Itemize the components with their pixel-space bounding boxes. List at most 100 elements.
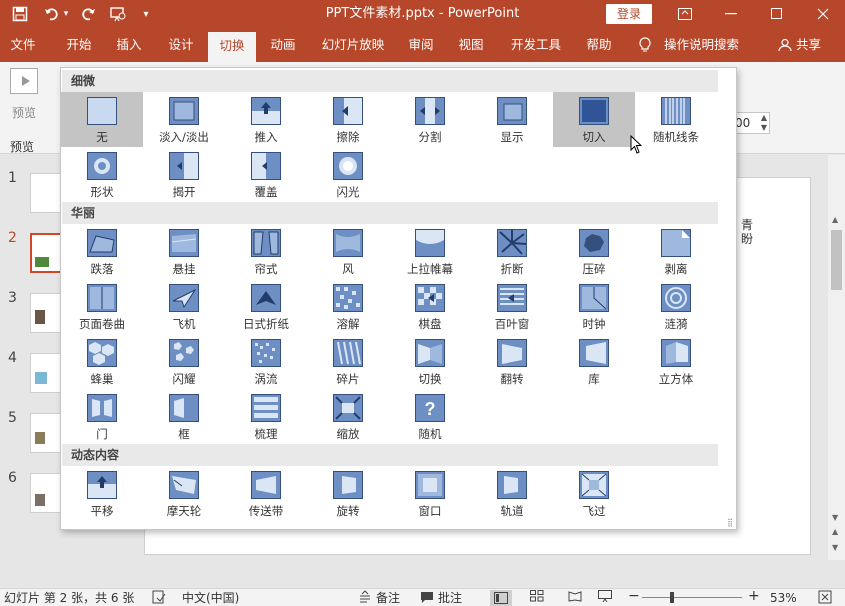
transition-item[interactable]: 库 [553, 334, 635, 389]
zoom-out-icon[interactable]: − [628, 588, 640, 604]
spinner-arrows-icon[interactable]: ▲ ▼ [761, 113, 767, 133]
notes-button[interactable]: 备注 [376, 590, 400, 606]
slide-thumbnail-1[interactable] [30, 173, 64, 213]
previous-slide-icon[interactable]: ▲ [832, 527, 838, 536]
transition-item[interactable]: 分割 [389, 92, 471, 147]
tab-insert[interactable]: 插入 [106, 28, 152, 62]
login-button[interactable]: 登录 [606, 4, 652, 24]
transition-item[interactable]: 翻转 [471, 334, 553, 389]
transition-item[interactable]: 风 [307, 224, 389, 279]
transition-item[interactable]: 推入 [225, 92, 307, 147]
slide-thumbnail-4[interactable] [30, 353, 64, 393]
normal-view-icon[interactable] [490, 590, 512, 606]
tab-home[interactable]: 开始 [56, 28, 102, 62]
zoom-slider-thumb[interactable] [670, 592, 674, 603]
transition-item[interactable]: 蜂巢 [61, 334, 143, 389]
transition-item[interactable]: 涟漪 [635, 279, 717, 334]
transition-item[interactable]: 切换 [389, 334, 471, 389]
slide-thumbnail-2[interactable] [30, 233, 64, 273]
transition-item[interactable]: 切入 [553, 92, 635, 147]
transition-item[interactable]: 传送带 [225, 466, 307, 521]
language-status[interactable]: 中文(中国) [182, 590, 239, 606]
undo-dropdown-icon[interactable]: ▾ [60, 0, 72, 28]
tab-help[interactable]: 帮助 [576, 28, 622, 62]
transition-item[interactable]: 揭开 [143, 147, 225, 202]
slide-thumbnail-5[interactable] [30, 413, 64, 453]
slide-sorter-icon[interactable] [530, 590, 544, 606]
comments-button[interactable]: 批注 [438, 590, 462, 606]
resize-grip-icon[interactable]: ⣿ [727, 518, 733, 527]
spell-check-icon[interactable] [152, 590, 166, 606]
transition-item[interactable]: 缩放 [307, 389, 389, 444]
customize-toolbar-icon[interactable]: ▾ [134, 0, 158, 28]
transition-item[interactable]: 门 [61, 389, 143, 444]
zoom-level[interactable]: 53% [770, 590, 797, 606]
transition-item[interactable]: 擦除 [307, 92, 389, 147]
present-from-start-icon[interactable] [106, 0, 130, 28]
slideshow-view-icon[interactable] [598, 590, 612, 606]
share-button[interactable]: 共享 [796, 28, 821, 62]
slide-text[interactable]: 青盼 [741, 218, 755, 246]
transition-item[interactable]: 压碎 [553, 224, 635, 279]
transition-item[interactable]: 轨道 [471, 466, 553, 521]
transition-item[interactable]: 日式折纸 [225, 279, 307, 334]
transition-item[interactable]: 平移 [61, 466, 143, 521]
transition-item[interactable]: 上拉帷幕 [389, 224, 471, 279]
next-slide-icon[interactable]: ▼ [832, 543, 838, 552]
transition-item[interactable]: 立方体 [635, 334, 717, 389]
transition-item[interactable]: 时钟 [553, 279, 635, 334]
comments-icon[interactable] [420, 590, 434, 606]
tab-developer[interactable]: 开发工具 [506, 28, 566, 62]
tab-design[interactable]: 设计 [158, 28, 204, 62]
slide-thumbnail-6[interactable] [30, 473, 64, 513]
transition-item[interactable]: 闪耀 [143, 334, 225, 389]
zoom-in-icon[interactable]: + [748, 588, 760, 604]
transition-item[interactable]: 碎片 [307, 334, 389, 389]
preview-button[interactable]: 预览 [6, 68, 42, 122]
transition-item[interactable]: 悬挂 [143, 224, 225, 279]
fit-to-window-icon[interactable] [818, 590, 832, 606]
save-icon[interactable] [8, 0, 32, 28]
tab-slideshow[interactable]: 幻灯片放映 [318, 28, 388, 62]
transition-item[interactable]: 剥离 [635, 224, 717, 279]
maximize-icon[interactable] [754, 0, 800, 28]
transition-item[interactable]: 帘式 [225, 224, 307, 279]
transition-item[interactable]: 折断 [471, 224, 553, 279]
transition-item[interactable]: 涡流 [225, 334, 307, 389]
transition-item[interactable]: 梳理 [225, 389, 307, 444]
tab-view[interactable]: 视图 [448, 28, 494, 62]
tab-animations[interactable]: 动画 [260, 28, 306, 62]
transition-item[interactable]: 框 [143, 389, 225, 444]
transition-item[interactable]: 溶解 [307, 279, 389, 334]
transition-item[interactable]: 闪光 [307, 147, 389, 202]
tell-me-search[interactable]: 操作说明搜索 [664, 28, 739, 62]
scroll-down-icon[interactable]: ▼ [832, 513, 838, 522]
transition-item[interactable]: 无 [61, 92, 143, 147]
ribbon-display-options-icon[interactable] [662, 0, 708, 28]
transition-item[interactable]: 旋转 [307, 466, 389, 521]
transition-item[interactable]: 显示 [471, 92, 553, 147]
transition-item[interactable]: 棋盘 [389, 279, 471, 334]
transition-item[interactable]: 淡入/淡出 [143, 92, 225, 147]
transition-item[interactable]: 窗口 [389, 466, 471, 521]
transition-item[interactable]: 随机线条 [635, 92, 717, 147]
transition-item[interactable]: ? 随机 [389, 389, 471, 444]
transition-item[interactable]: 飞过 [553, 466, 635, 521]
tab-review[interactable]: 审阅 [398, 28, 444, 62]
tab-transitions[interactable]: 切换 [208, 32, 256, 62]
scrollbar-thumb[interactable] [831, 230, 842, 290]
redo-icon[interactable] [76, 0, 100, 28]
close-icon[interactable] [800, 0, 845, 28]
transition-item[interactable]: 形状 [61, 147, 143, 202]
notes-icon[interactable] [358, 590, 372, 606]
transition-item[interactable]: 页面卷曲 [61, 279, 143, 334]
vertical-scrollbar[interactable]: ▲ ▼ ▲ ▼ [828, 155, 845, 560]
transition-item[interactable]: 百叶窗 [471, 279, 553, 334]
tab-file[interactable]: 文件 [0, 28, 46, 62]
scroll-up-icon[interactable]: ▲ [832, 215, 838, 224]
transition-item[interactable]: 覆盖 [225, 147, 307, 202]
minimize-icon[interactable] [708, 0, 754, 28]
transition-item[interactable]: 飞机 [143, 279, 225, 334]
reading-view-icon[interactable] [568, 590, 582, 606]
transition-item[interactable]: 跌落 [61, 224, 143, 279]
